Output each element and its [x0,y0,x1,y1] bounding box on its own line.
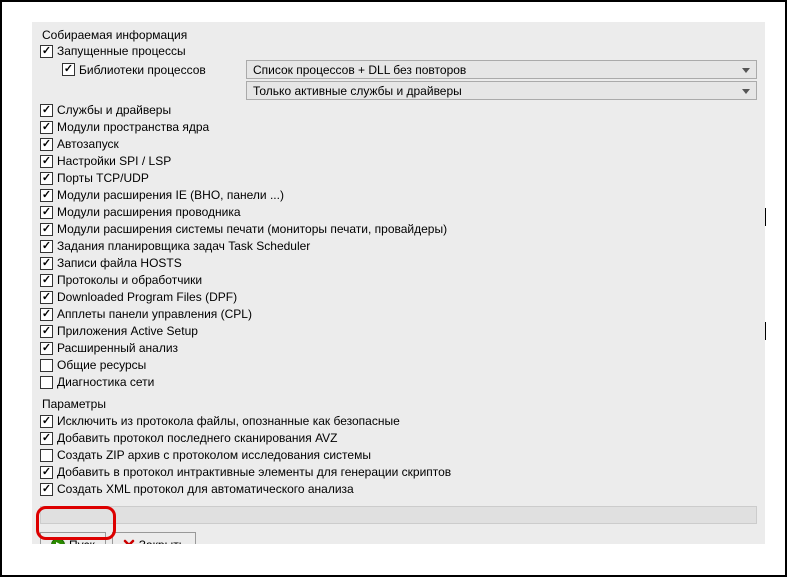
param-item-row: Создать XML протокол для автоматического… [40,481,757,498]
param-item-checkbox-4[interactable] [40,483,53,496]
info-item-label-8: Задания планировщика задач Task Schedule… [57,238,310,255]
info-item-label-7: Модули расширения системы печати (монито… [57,221,447,238]
info-item-row: Модули пространства ядра [40,119,757,136]
info-item-label-3: Настройки SPI / LSP [57,153,171,170]
info-item-row: Модули расширения проводника [40,204,757,221]
param-item-label-1: Добавить протокол последнего сканировани… [57,430,338,447]
info-item-checkbox-0[interactable] [40,104,53,117]
close-button[interactable]: Закрыть [112,532,196,544]
param-item-row: Создать ZIP архив с протоколом исследова… [40,447,757,464]
info-item-label-4: Порты TCP/UDP [57,170,149,187]
info-item-row: Расширенный анализ [40,340,757,357]
info-item-label-16: Диагностика сети [57,374,154,391]
info-item-row: Задания планировщика задач Task Schedule… [40,238,757,255]
param-item-row: Исключить из протокола файлы, опознанные… [40,413,757,430]
info-item-checkbox-2[interactable] [40,138,53,151]
info-item-checkbox-4[interactable] [40,172,53,185]
info-item-row: Диагностика сети [40,374,757,391]
param-item-label-2: Создать ZIP архив с протоколом исследова… [57,447,371,464]
info-item-row: Модули расширения IE (BHO, панели ...) [40,187,757,204]
info-item-label-2: Автозапуск [57,136,119,153]
group-parameters: Параметры Исключить из протокола файлы, … [32,395,765,502]
param-item-checkbox-3[interactable] [40,466,53,479]
close-button-label: Закрыть [139,538,185,544]
info-item-checkbox-1[interactable] [40,121,53,134]
play-icon [51,538,65,544]
start-button-label: Пуск [69,538,95,544]
info-item-row: Настройки SPI / LSP [40,153,757,170]
param-item-row: Добавить протокол последнего сканировани… [40,430,757,447]
group-title-parameters: Параметры [40,397,757,411]
info-item-row: Протоколы и обработчики [40,272,757,289]
info-item-row: Downloaded Program Files (DPF) [40,289,757,306]
label-running-processes: Запущенные процессы [57,44,186,58]
param-item-checkbox-1[interactable] [40,432,53,445]
info-item-checkbox-5[interactable] [40,189,53,202]
info-item-checkbox-10[interactable] [40,274,53,287]
param-item-checkbox-2[interactable] [40,449,53,462]
group-collected-info: Собираемая информация Запущенные процесс… [32,22,765,395]
info-item-label-13: Приложения Active Setup [57,323,198,340]
label-process-libs: Библиотеки процессов [79,63,206,77]
info-item-row: Службы и драйверы [40,102,757,119]
param-item-row: Добавить в протокол интрактивные элемент… [40,464,757,481]
info-item-row: Модули расширения системы печати (монито… [40,221,757,238]
info-item-checkbox-13[interactable] [40,325,53,338]
info-item-checkbox-11[interactable] [40,291,53,304]
combo-process-list[interactable]: Список процессов + DLL без повторов [246,60,757,79]
info-item-label-5: Модули расширения IE (BHO, панели ...) [57,187,284,204]
group-title-collected: Собираемая информация [40,28,757,42]
info-item-row: Общие ресурсы [40,357,757,374]
param-item-label-0: Исключить из протокола файлы, опознанные… [57,413,400,430]
button-bar: Пуск Закрыть [32,528,765,544]
info-item-checkbox-3[interactable] [40,155,53,168]
param-item-label-3: Добавить в протокол интрактивные элемент… [57,464,451,481]
checkbox-running-processes[interactable] [40,45,53,58]
info-item-label-9: Записи файла HOSTS [57,255,182,272]
info-item-checkbox-6[interactable] [40,206,53,219]
info-item-checkbox-14[interactable] [40,342,53,355]
info-item-row: Апплеты панели управления (CPL) [40,306,757,323]
combo-process-list-value: Список процессов + DLL без повторов [253,63,466,77]
info-item-row: Порты TCP/UDP [40,170,757,187]
info-item-label-10: Протоколы и обработчики [57,272,202,289]
info-item-label-1: Модули пространства ядра [57,119,209,136]
info-item-checkbox-8[interactable] [40,240,53,253]
info-item-label-0: Службы и драйверы [57,102,171,119]
combo-services-filter[interactable]: Только активные службы и драйверы [246,81,757,100]
info-item-checkbox-7[interactable] [40,223,53,236]
info-item-label-14: Расширенный анализ [57,340,178,357]
info-item-checkbox-16[interactable] [40,376,53,389]
separator-bar [40,506,757,524]
start-button[interactable]: Пуск [40,532,106,544]
info-item-checkbox-15[interactable] [40,359,53,372]
info-item-checkbox-9[interactable] [40,257,53,270]
combo-services-filter-value: Только активные службы и драйверы [253,84,462,98]
info-item-label-15: Общие ресурсы [57,357,146,374]
info-item-label-12: Апплеты панели управления (CPL) [57,306,252,323]
checkbox-process-libs[interactable] [62,63,75,76]
info-item-row: Приложения Active Setup [40,323,757,340]
info-item-label-11: Downloaded Program Files (DPF) [57,289,237,306]
info-item-row: Записи файла HOSTS [40,255,757,272]
close-icon [123,539,135,544]
param-item-label-4: Создать XML протокол для автоматического… [57,481,354,498]
info-item-checkbox-12[interactable] [40,308,53,321]
param-item-checkbox-0[interactable] [40,415,53,428]
info-item-label-6: Модули расширения проводника [57,204,241,221]
info-item-row: Автозапуск [40,136,757,153]
